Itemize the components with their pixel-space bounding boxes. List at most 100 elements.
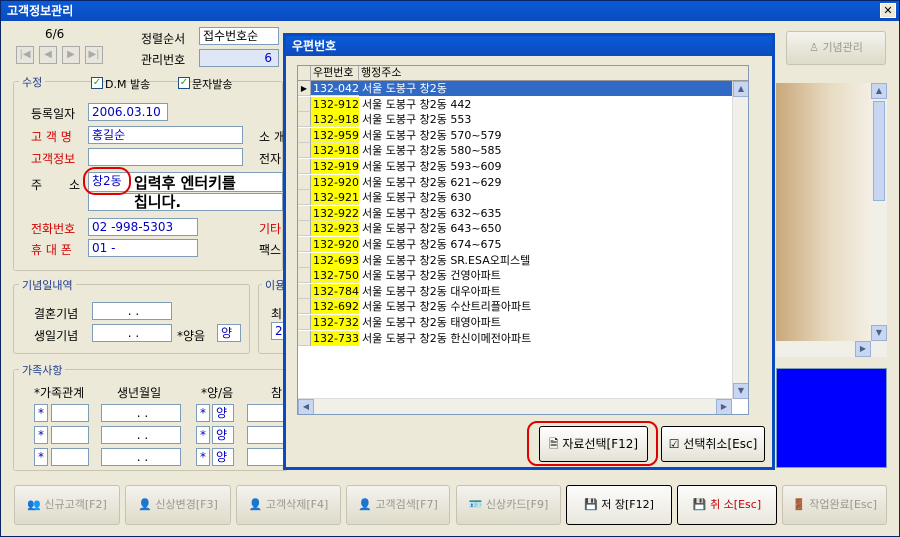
header-indicator bbox=[298, 66, 311, 81]
zipcode-list-header: 우편번호 행정주소 bbox=[298, 66, 748, 81]
row-zip: 132-912 bbox=[311, 96, 359, 112]
close-icon[interactable]: ✕ bbox=[880, 3, 896, 18]
row-address: 서울 도봉구 창2동 674~675 bbox=[362, 238, 502, 251]
save-label: 저 장[F12] bbox=[601, 498, 654, 511]
zipcode-row[interactable]: 132-733 서울 도봉구 창2동 한신이메전아파트 bbox=[298, 330, 748, 346]
zipcode-row[interactable]: 132-732 서울 도봉구 창2동 태영아파트 bbox=[298, 315, 748, 330]
family-relation-field[interactable] bbox=[51, 404, 89, 422]
family-extra-field[interactable] bbox=[247, 426, 287, 444]
zipcode-list[interactable]: 우편번호 행정주소 ▶ 132-042 서울 도봉구 창2동 132-912 서울 도봉… bbox=[297, 65, 749, 415]
zipcode-row[interactable]: 132-923 서울 도봉구 창2동 643~650 bbox=[298, 221, 748, 237]
family-birth-field[interactable]: . . bbox=[101, 426, 181, 444]
customer-name-field[interactable]: 홍길순 bbox=[88, 126, 243, 144]
last-record-icon[interactable]: ▶| bbox=[85, 46, 103, 64]
mgmt-number-label: 관리번호 bbox=[141, 53, 186, 67]
customer-info-field[interactable] bbox=[88, 148, 243, 166]
family-relation-field[interactable] bbox=[51, 426, 89, 444]
profile-card-button[interactable]: 🪪 신상카드[F9] bbox=[456, 485, 561, 525]
wedding-field[interactable]: . . bbox=[92, 302, 172, 320]
memorial-manage-button[interactable]: ♙ 기념관리 bbox=[786, 31, 886, 65]
family-star: * bbox=[34, 404, 48, 422]
zipcode-row[interactable]: 132-693 서울 도봉구 창2동 SR.ESA오피스텔 bbox=[298, 252, 748, 268]
next-record-icon[interactable]: ▶ bbox=[62, 46, 80, 64]
memo-panel[interactable] bbox=[776, 368, 887, 468]
cancel-button[interactable]: 💾 취 소[Esc] bbox=[677, 485, 777, 525]
family-extra-field[interactable] bbox=[247, 404, 287, 422]
scroll-down-icon[interactable]: ▼ bbox=[733, 383, 748, 399]
zipcode-row[interactable]: ▶ 132-042 서울 도봉구 창2동 bbox=[298, 81, 748, 96]
zipcode-row[interactable]: 132-959 서울 도봉구 창2동 570~579 bbox=[298, 127, 748, 143]
zipcode-row[interactable]: 132-912 서울 도봉구 창2동 442 bbox=[298, 96, 748, 112]
reg-date-field[interactable]: 2006.03.10 bbox=[88, 103, 168, 121]
zipcode-row[interactable]: 132-918 서울 도봉구 창2동 580~585 bbox=[298, 143, 748, 159]
family-relation-field[interactable] bbox=[51, 448, 89, 466]
zipcode-row[interactable]: 132-921 서울 도봉구 창2동 630 bbox=[298, 190, 748, 206]
mgmt-number-field: 6 bbox=[199, 49, 279, 67]
row-address: 서울 도봉구 창2동 580~585 bbox=[362, 144, 502, 158]
zipcode-row[interactable]: 132-750 서울 도봉구 창2동 건영아파트 bbox=[298, 268, 748, 284]
scroll-down-icon[interactable]: ▼ bbox=[871, 325, 887, 341]
edit-person-icon: 👤 bbox=[138, 498, 156, 511]
header-address[interactable]: 행정주소 bbox=[359, 66, 744, 81]
prev-record-icon[interactable]: ◀ bbox=[39, 46, 57, 64]
row-zip: 132-918 bbox=[311, 143, 359, 159]
dm-checkbox[interactable]: ✓ bbox=[91, 77, 103, 89]
delete-customer-button[interactable]: 👤 고객삭제[F4] bbox=[236, 485, 341, 525]
scroll-up-icon[interactable]: ▲ bbox=[733, 81, 748, 97]
photo-hscrollbar[interactable]: ▶ bbox=[776, 341, 887, 357]
search-customer-button[interactable]: 👤 고객검색[F7] bbox=[346, 485, 450, 525]
scroll-right-icon[interactable]: ▶ bbox=[716, 399, 732, 414]
sms-checkbox[interactable]: ✓ bbox=[178, 77, 190, 89]
family-extra-field[interactable] bbox=[247, 448, 287, 466]
family-extra-header: 참 bbox=[271, 386, 283, 400]
change-info-label: 신상변경[F3] bbox=[155, 498, 218, 511]
list-vscrollbar[interactable]: ▲ ▼ bbox=[732, 81, 748, 399]
phone-field[interactable]: 02 -998-5303 bbox=[88, 218, 198, 236]
zipcode-row[interactable]: 132-692 서울 도봉구 창2동 수산트리플아파트 bbox=[298, 299, 748, 315]
zipcode-row[interactable]: 132-919 서울 도봉구 창2동 593~609 bbox=[298, 159, 748, 174]
zipcode-row[interactable]: 132-784 서울 도봉구 창2동 대우아파트 bbox=[298, 283, 748, 299]
header-zip[interactable]: 우편번호 bbox=[311, 66, 359, 81]
family-lunar-field[interactable]: 양 bbox=[212, 448, 234, 466]
lunar-field[interactable]: 양 bbox=[217, 324, 241, 342]
row-indicator bbox=[298, 268, 311, 284]
row-zip: 132-959 bbox=[311, 127, 359, 143]
new-customer-button[interactable]: 👥 신규고객[F2] bbox=[14, 485, 120, 525]
zipcode-row[interactable]: 132-922 서울 도봉구 창2동 632~635 bbox=[298, 205, 748, 221]
zipcode-row[interactable]: 132-920 서울 도봉구 창2동 621~629 bbox=[298, 174, 748, 190]
new-customer-label: 신규고객[F2] bbox=[44, 498, 107, 511]
mobile-field[interactable]: 01 - bbox=[88, 239, 198, 257]
family-lunar-field[interactable]: 양 bbox=[212, 404, 234, 422]
cancel-selection-button[interactable]: ☑ 선택취소[Esc] bbox=[661, 426, 765, 462]
family-lunar-field[interactable]: 양 bbox=[212, 426, 234, 444]
photo-scrollbar[interactable]: ▲ ▼ bbox=[871, 83, 887, 341]
row-zip: 132-750 bbox=[311, 268, 359, 284]
change-info-button[interactable]: 👤 신상변경[F3] bbox=[125, 485, 231, 525]
zipcode-row[interactable]: 132-918 서울 도봉구 창2동 553 bbox=[298, 112, 748, 128]
row-indicator bbox=[298, 159, 311, 174]
scroll-left-icon[interactable]: ◀ bbox=[298, 399, 314, 414]
scroll-right-icon[interactable]: ▶ bbox=[855, 341, 871, 357]
birthday-field[interactable]: . . bbox=[92, 324, 172, 342]
door-icon: 🚪 bbox=[792, 498, 810, 511]
list-hscrollbar[interactable]: ◀ ▶ bbox=[298, 398, 732, 414]
select-data-button[interactable]: 🗎 자료선택[F12] bbox=[539, 426, 648, 462]
sort-select[interactable]: 접수번호순 bbox=[199, 27, 279, 45]
row-zip: 132-733 bbox=[311, 330, 359, 346]
family-relation-header: *가족관계 bbox=[34, 386, 85, 400]
done-label: 작업완료[Esc] bbox=[809, 498, 877, 511]
scroll-thumb[interactable] bbox=[873, 101, 885, 201]
usage-label: 최 bbox=[271, 307, 283, 321]
family-birth-field[interactable]: . . bbox=[101, 448, 181, 466]
row-indicator bbox=[298, 174, 311, 190]
family-birth-field[interactable]: . . bbox=[101, 404, 181, 422]
address-detail-field[interactable] bbox=[88, 193, 283, 211]
zipcode-row[interactable]: 132-920 서울 도봉구 창2동 674~675 bbox=[298, 237, 748, 252]
first-record-icon[interactable]: |◀ bbox=[16, 46, 34, 64]
scroll-up-icon[interactable]: ▲ bbox=[871, 83, 887, 99]
row-indicator bbox=[298, 205, 311, 221]
mobile-label: 휴 대 폰 bbox=[31, 243, 72, 257]
done-button[interactable]: 🚪 작업완료[Esc] bbox=[782, 485, 887, 525]
save-button[interactable]: 💾 저 장[F12] bbox=[566, 485, 672, 525]
address-highlight-circle bbox=[83, 167, 131, 195]
